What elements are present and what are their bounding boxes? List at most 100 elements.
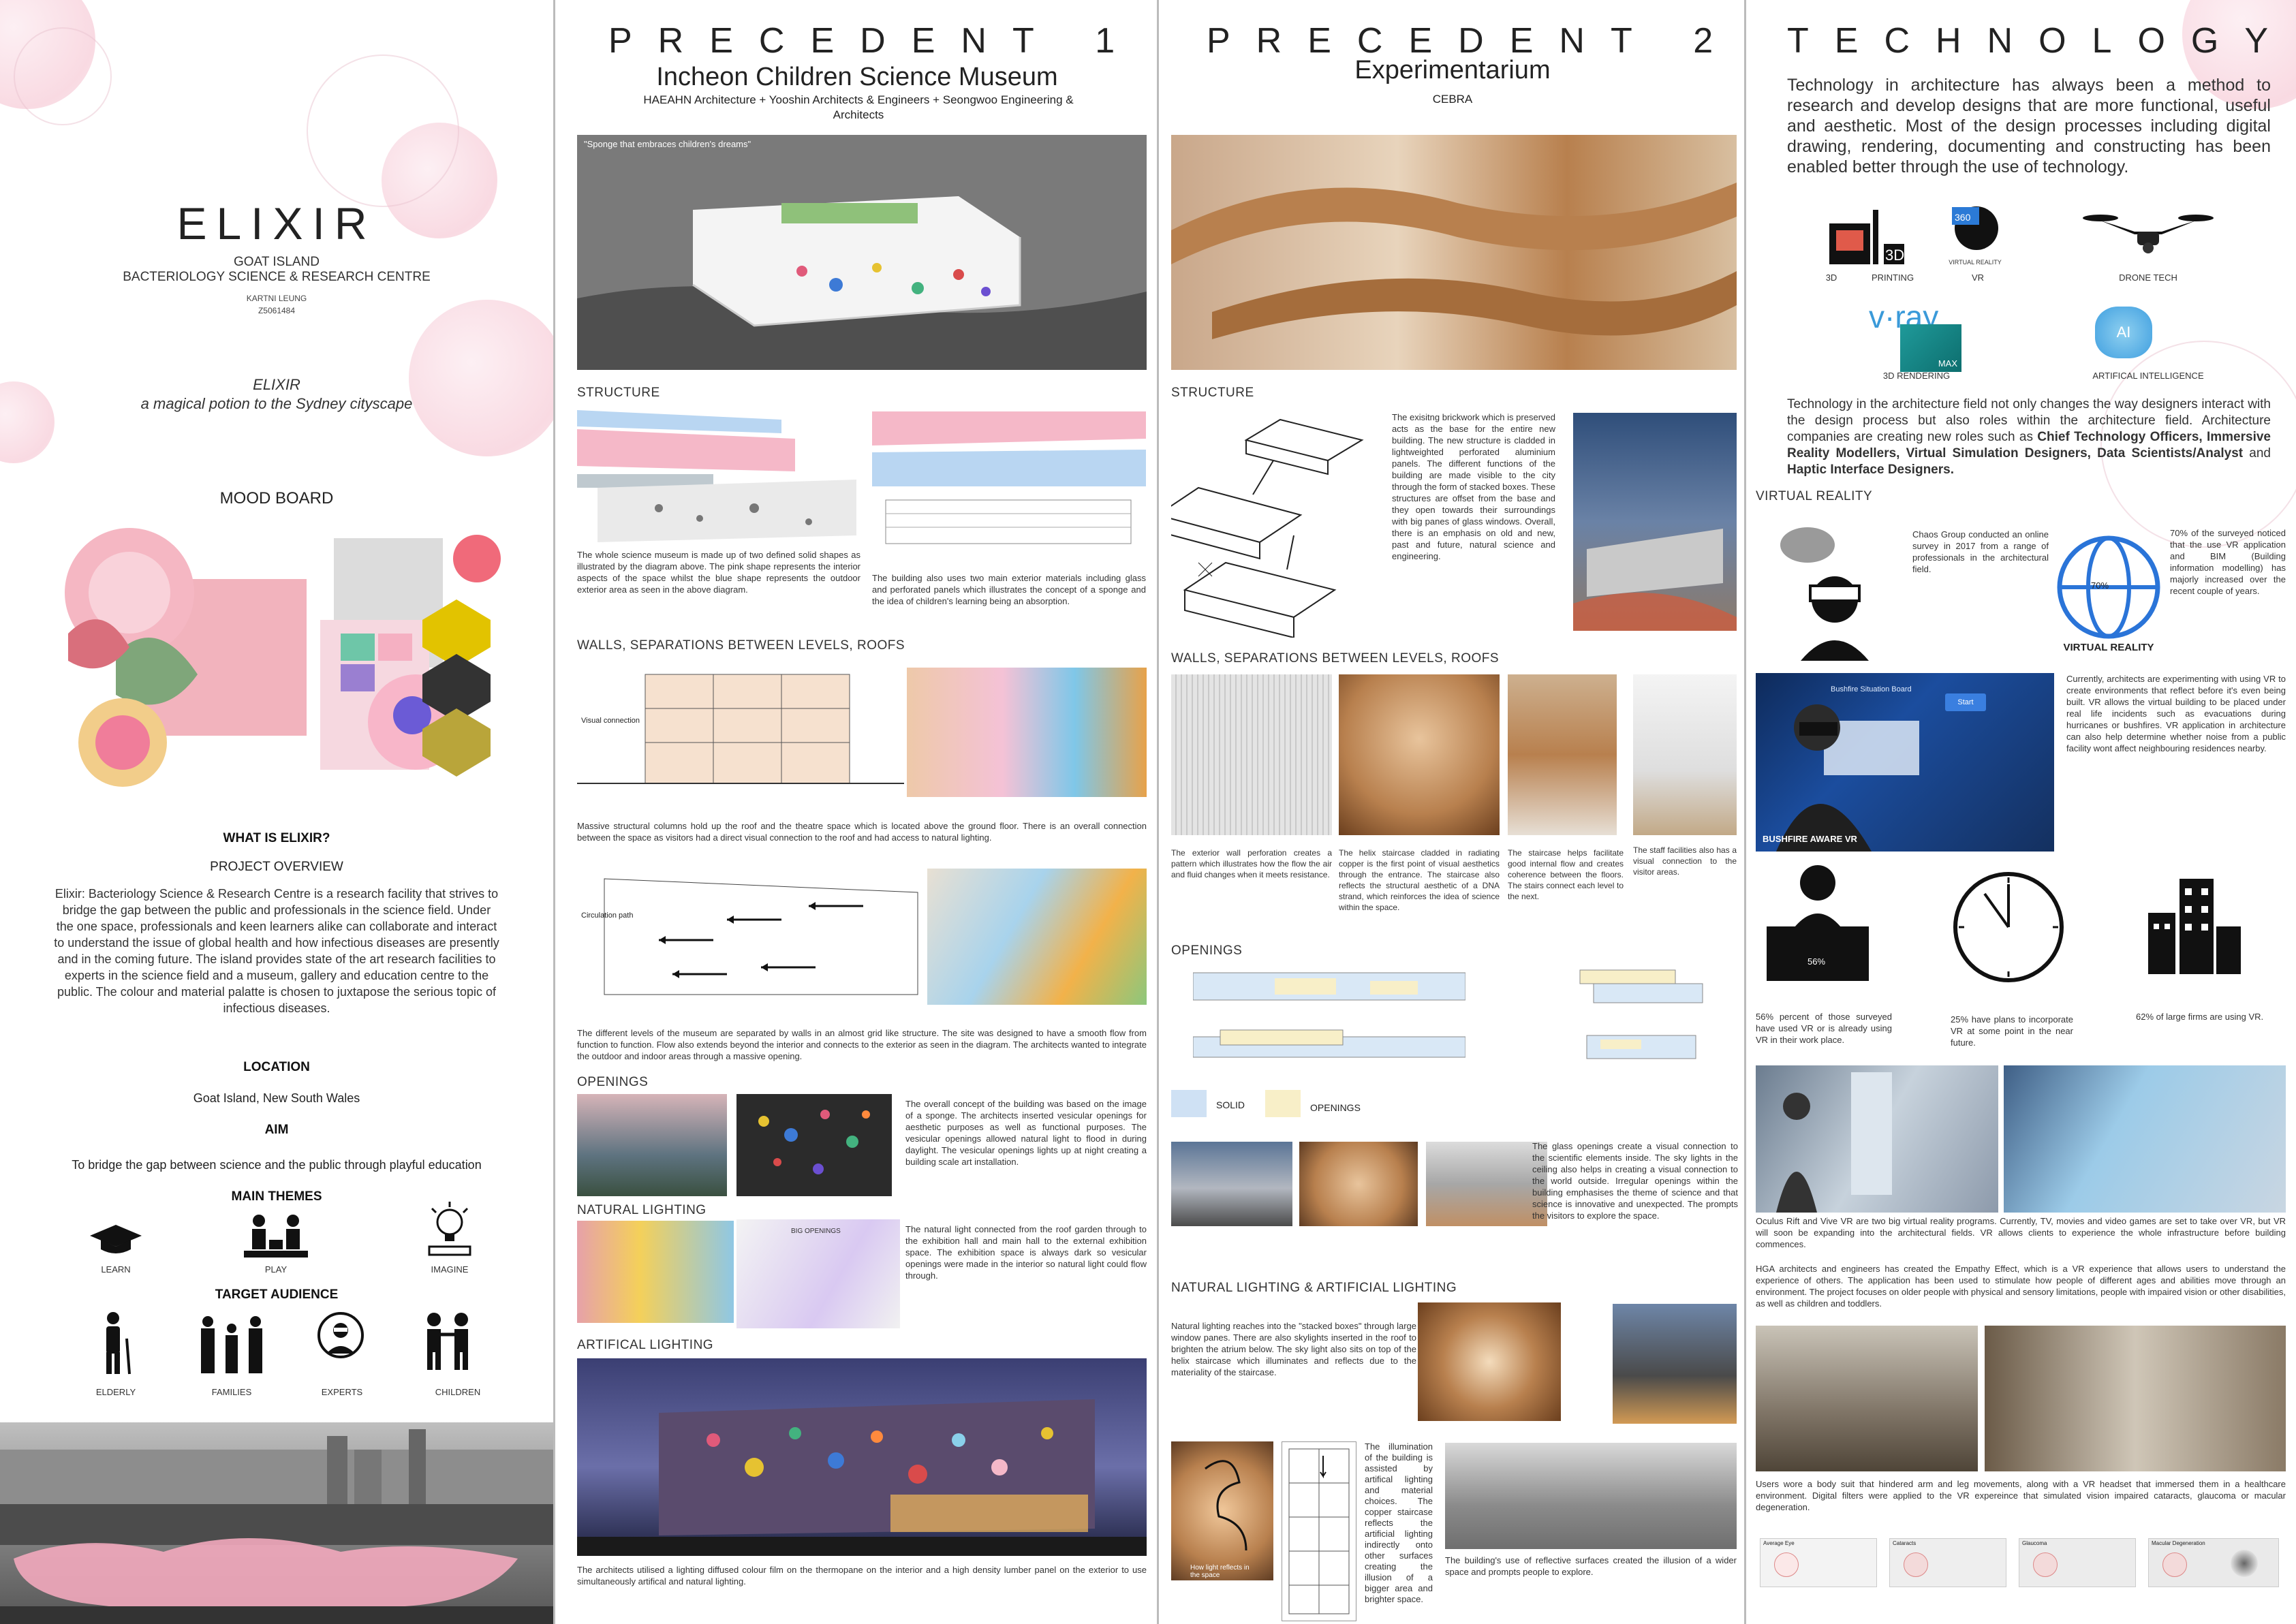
walls-caption-4: The staff facilities also has a visual c… xyxy=(1633,845,1737,877)
office-buildings-icon xyxy=(2141,872,2244,978)
big-openings-label: BIG OPENINGS xyxy=(791,1228,841,1235)
precedent-2-name: Experimentarium xyxy=(1354,56,1551,84)
openings-photo-facade xyxy=(1171,1142,1292,1226)
macular-degeneration-panel: Macular Degeneration xyxy=(2148,1538,2279,1587)
walls-heading: WALLS, SEPARATIONS BETWEEN LEVELS, ROOFS xyxy=(577,638,905,653)
theme-label-imagine: IMAGINE xyxy=(431,1264,469,1275)
panel-precedent-2: PRECEDENT 2 Experimentarium CEBRA STRUCT… xyxy=(1157,0,1744,1624)
precedent-1-architects: HAEAHN Architecture + Yooshin Architects… xyxy=(643,93,1074,121)
elevation-openings-1 xyxy=(1193,966,1465,1007)
elevation-openings-4 xyxy=(1573,1029,1709,1063)
theme-label-learn: LEARN xyxy=(101,1264,131,1275)
student-id: Z5061484 xyxy=(258,306,296,315)
aim-heading: AIM xyxy=(264,1123,289,1137)
drone-icon xyxy=(2080,204,2216,262)
technology-intro: Technology in architecture has always be… xyxy=(1787,76,2271,176)
vr-small-label: VIRTUAL REALITY xyxy=(1949,259,2002,266)
lighting-photo-reflective-roof xyxy=(1445,1443,1737,1549)
mood-board-collage xyxy=(41,518,518,817)
natural-lighting-diagram: BIG OPENINGS xyxy=(736,1219,900,1328)
circulation-section: Circulation path xyxy=(577,865,925,1001)
empathy-vr-photo-2 xyxy=(1985,1326,2286,1471)
eye-icon xyxy=(2033,1552,2058,1577)
graduation-cap-icon xyxy=(89,1219,143,1264)
glaucoma-panel: Glaucoma xyxy=(2019,1538,2136,1587)
audience-label-families: FAMILIES xyxy=(211,1387,252,1397)
author-name: KARTNI LEUNG xyxy=(246,294,307,303)
person-at-desk-icon xyxy=(1767,862,1869,988)
bushfire-vr-photo: Bushfire Situation Board Start BUSHFIRE … xyxy=(1756,673,2054,852)
elderly-person-icon xyxy=(95,1311,136,1379)
empathy-vr-photo-1 xyxy=(1756,1326,1978,1471)
legend-openings-label: OPENINGS xyxy=(1310,1102,1361,1113)
theme-label-play: PLAY xyxy=(264,1264,288,1275)
sketch-label: How light reflects in the space xyxy=(1190,1564,1250,1579)
family-icon xyxy=(194,1315,269,1379)
elevation-openings-3 xyxy=(1193,1027,1465,1061)
lighting-text-1: Natural lighting reaches into the "stack… xyxy=(1171,1321,1416,1377)
children-playing-icon xyxy=(238,1213,313,1264)
eye-label-cataracts: Cataracts xyxy=(1893,1540,1917,1546)
lighting-photo-night xyxy=(1613,1304,1737,1424)
bushfire-label: BUSHFIRE AWARE VR xyxy=(1763,834,1857,844)
perforated-wall-photo xyxy=(1171,674,1332,835)
average-eye-panel: Average Eye xyxy=(1760,1538,1877,1587)
what-is-elixir-heading: WHAT IS ELIXIR? xyxy=(223,831,330,845)
pink-bubble-decoration xyxy=(0,381,55,463)
openings-text: The overall concept of the building was … xyxy=(905,1099,1147,1167)
precedent-2-title: PRECEDENT 2 xyxy=(1207,21,1739,61)
elevation-openings-2 xyxy=(1573,966,1709,1007)
lighting-section-drawing xyxy=(1282,1441,1356,1621)
ai-brain-icon: AI xyxy=(2095,307,2152,358)
eye-label-macular: Macular Degeneration xyxy=(2152,1540,2205,1546)
project-title: ELIXIR xyxy=(176,198,377,249)
tech-label-vr: VR xyxy=(1971,272,1985,283)
openings-photo-exterior xyxy=(577,1094,727,1196)
target-audience-heading: TARGET AUDIENCE xyxy=(215,1287,339,1302)
walls-caption-1: The exterior wall perforation creates a … xyxy=(1171,848,1332,879)
vr-user-icon xyxy=(1760,525,1876,664)
stat-25-text: 25% have plans to incorporate VR at some… xyxy=(1951,1014,2073,1048)
structure-text-1: The whole science museum is made up of t… xyxy=(577,550,860,595)
structure-diagram-museum xyxy=(577,406,863,542)
artificial-lighting-heading: ARTIFICAL LIGHTING xyxy=(577,1338,714,1352)
eye-icon xyxy=(1904,1552,1928,1577)
blur-sample xyxy=(2231,1550,2258,1577)
hga-text: HGA architects and engineers has created… xyxy=(1756,1264,2286,1309)
helix-stair-photo xyxy=(1339,674,1500,835)
lighting-photo-helix xyxy=(1418,1302,1561,1421)
project-overview-heading: PROJECT OVERVIEW xyxy=(210,860,343,874)
technology-title: TECHNOLOGY xyxy=(1787,21,2295,61)
percent-70-label: 70% xyxy=(2091,580,2109,591)
walls-caption-2: The helix staircase cladded in radiating… xyxy=(1339,848,1500,912)
chaos-group-text: Chaos Group conducted an online survey i… xyxy=(1912,529,2049,574)
roles-bold-2: Haptic Interface Designers. xyxy=(1787,463,1954,477)
project-subtitle-location: GOAT ISLAND xyxy=(234,255,320,269)
vr-globe-caption: VIRTUAL REALITY xyxy=(2063,642,2154,653)
natural-lighting-photo xyxy=(577,1221,734,1323)
visual-connection-label: Visual connection xyxy=(581,717,640,725)
svg-text:3D: 3D xyxy=(1885,247,1904,264)
precedent-1-title: PRECEDENT 1 xyxy=(608,21,1141,61)
structure-diagram-elevation xyxy=(872,411,1146,548)
staircase-flow-photo xyxy=(1508,674,1617,835)
legend-solid-swatch xyxy=(1171,1090,1207,1117)
roles-and: and xyxy=(2243,446,2271,460)
bushfire-text: Currently, architects are experimenting … xyxy=(2066,674,2286,753)
audience-label-experts: EXPERTS xyxy=(321,1387,363,1397)
bubble-ring-decoration xyxy=(14,27,112,125)
virtual-reality-heading: VIRTUAL REALITY xyxy=(1756,489,1873,503)
oculus-vr-photo-2 xyxy=(2004,1065,2286,1213)
eye-label-average: Average Eye xyxy=(1763,1540,1795,1546)
tech-label-3d: 3D xyxy=(1825,272,1837,283)
tech-label-drone: DRONE TECH xyxy=(2119,272,2177,283)
cataracts-panel: Cataracts xyxy=(1889,1538,2006,1587)
structure-heading: STRUCTURE xyxy=(577,386,660,400)
structure-heading-2: STRUCTURE xyxy=(1171,386,1254,400)
quote-caption: "Sponge that embraces children's dreams" xyxy=(584,139,751,149)
eye-icon xyxy=(1774,1552,1799,1577)
openings-photo-skylight xyxy=(1299,1142,1418,1226)
tech-label-printing: PRINTING xyxy=(1871,272,1914,283)
walls-caption-3: The staircase helps facilitate good inte… xyxy=(1508,848,1624,901)
interior-photo-circulation xyxy=(927,869,1147,1005)
